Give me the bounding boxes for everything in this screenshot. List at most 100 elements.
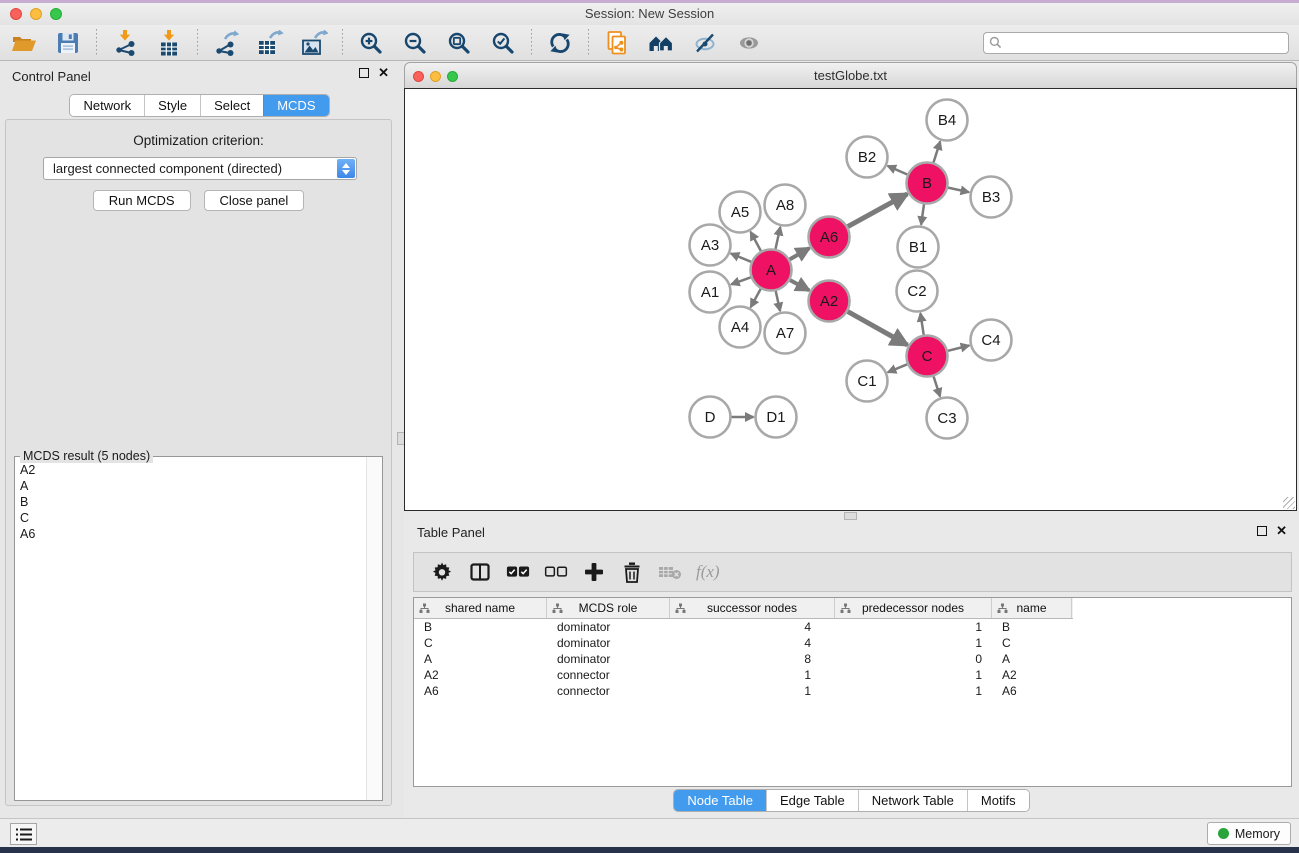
first-neighbors-icon[interactable] <box>647 29 675 57</box>
export-image-icon[interactable] <box>300 29 328 57</box>
mcds-result-item[interactable]: A <box>20 478 366 494</box>
mcds-result-item[interactable]: A6 <box>20 526 366 542</box>
column-header-MCDS-role[interactable]: MCDS role <box>547 598 670 618</box>
close-table-panel-icon[interactable]: ✕ <box>1276 526 1287 536</box>
edge-C-C2[interactable] <box>920 313 923 335</box>
tab-network-table[interactable]: Network Table <box>858 790 967 811</box>
create-column-plus-icon[interactable] <box>582 560 606 584</box>
show-columns-icon[interactable] <box>506 560 530 584</box>
mcds-result-item[interactable]: A2 <box>20 462 366 478</box>
zoom-out-icon[interactable] <box>401 29 429 57</box>
hide-columns-icon[interactable] <box>544 560 568 584</box>
zoom-selected-icon[interactable] <box>489 29 517 57</box>
tab-network[interactable]: Network <box>70 95 144 116</box>
mcds-result-item[interactable]: B <box>20 494 366 510</box>
delete-column-trash-icon[interactable] <box>620 560 644 584</box>
node-A1[interactable]: A1 <box>690 272 731 313</box>
node-A6[interactable]: A6 <box>809 217 850 258</box>
edge-B-B4[interactable] <box>934 141 941 162</box>
node-C2[interactable]: C2 <box>897 271 938 312</box>
table-row[interactable]: A6connector11A6 <box>414 683 1291 699</box>
search-input[interactable] <box>1006 35 1283 51</box>
fit-content-icon[interactable] <box>445 29 473 57</box>
node-D[interactable]: D <box>690 397 731 438</box>
column-header-predecessor-nodes[interactable]: predecessor nodes <box>835 598 992 618</box>
run-mcds-button[interactable]: Run MCDS <box>93 190 191 211</box>
node-C1[interactable]: C1 <box>847 361 888 402</box>
node-A4[interactable]: A4 <box>720 307 761 348</box>
node-B1[interactable]: B1 <box>898 227 939 268</box>
node-table[interactable]: shared nameMCDS rolesuccessor nodesprede… <box>413 597 1292 787</box>
float-table-panel-icon[interactable] <box>1257 526 1267 536</box>
edge-A-A2[interactable] <box>790 280 809 290</box>
edge-C-C3[interactable] <box>934 377 941 397</box>
node-B2[interactable]: B2 <box>847 137 888 178</box>
task-history-button[interactable] <box>10 823 37 845</box>
tab-edge-table[interactable]: Edge Table <box>766 790 858 811</box>
show-graphics-details-icon[interactable] <box>691 29 719 57</box>
node-B[interactable]: B <box>907 163 948 204</box>
save-session-icon[interactable] <box>54 29 82 57</box>
node-C3[interactable]: C3 <box>927 398 968 439</box>
import-network-from-file-icon[interactable] <box>111 29 139 57</box>
export-table-icon[interactable] <box>256 29 284 57</box>
column-header-shared-name[interactable]: shared name <box>414 598 547 618</box>
edge-A-A1[interactable] <box>731 277 751 284</box>
split-columns-icon[interactable] <box>468 560 492 584</box>
table-row[interactable]: Bdominator41B <box>414 619 1291 635</box>
column-header-name[interactable]: name <box>992 598 1072 618</box>
node-A2[interactable]: A2 <box>809 281 850 322</box>
tab-style[interactable]: Style <box>144 95 200 116</box>
close-panel-icon[interactable]: ✕ <box>378 68 389 78</box>
tab-motifs[interactable]: Motifs <box>967 790 1029 811</box>
edge-A-A6[interactable] <box>790 248 810 259</box>
zoom-in-icon[interactable] <box>357 29 385 57</box>
network-canvas[interactable]: B4 B2 B B3 A8A5 A6 A3 B1 A A1 C2 A2 A4A7 C4 C C1 C3 D D1 <box>404 88 1297 511</box>
tab-select[interactable]: Select <box>200 95 263 116</box>
node-B4[interactable]: B4 <box>927 100 968 141</box>
edge-A6-B[interactable] <box>848 194 908 227</box>
open-session-icon[interactable] <box>10 29 38 57</box>
splitter-handle-horizontal[interactable] <box>844 512 857 520</box>
network-window-titlebar[interactable]: testGlobe.txt <box>404 62 1297 88</box>
import-table-from-file-icon[interactable] <box>155 29 183 57</box>
node-A[interactable]: A <box>751 250 792 291</box>
memory-button[interactable]: Memory <box>1207 822 1291 845</box>
tab-node-table[interactable]: Node Table <box>674 790 766 811</box>
result-scrollbar[interactable] <box>366 457 382 800</box>
node-C[interactable]: C <box>907 336 948 377</box>
criterion-select[interactable]: largest connected component (directed) <box>43 157 357 180</box>
table-row[interactable]: A2connector11A2 <box>414 667 1291 683</box>
apply-preferred-layout-icon[interactable] <box>546 29 574 57</box>
float-panel-icon[interactable] <box>359 68 369 78</box>
hide-graphics-details-icon[interactable] <box>735 29 763 57</box>
table-row[interactable]: Adominator80A <box>414 651 1291 667</box>
column-header-successor-nodes[interactable]: successor nodes <box>670 598 835 618</box>
edge-C-C4[interactable] <box>948 346 969 351</box>
tab-mcds[interactable]: MCDS <box>263 95 328 116</box>
node-A7[interactable]: A7 <box>765 313 806 354</box>
edge-B-B1[interactable] <box>921 204 924 224</box>
edge-A-A4[interactable] <box>751 289 761 307</box>
edge-A2-C[interactable] <box>848 312 908 346</box>
new-network-from-selection-icon[interactable] <box>603 29 631 57</box>
table-settings-gear-icon[interactable] <box>430 560 454 584</box>
node-D1[interactable]: D1 <box>756 397 797 438</box>
node-C4[interactable]: C4 <box>971 320 1012 361</box>
node-A5[interactable]: A5 <box>720 192 761 233</box>
table-row[interactable]: Cdominator41C <box>414 635 1291 651</box>
edge-A-A3[interactable] <box>731 254 751 262</box>
export-network-icon[interactable] <box>212 29 240 57</box>
search-field[interactable] <box>983 32 1289 54</box>
close-panel-button[interactable]: Close panel <box>204 190 305 211</box>
node-B3[interactable]: B3 <box>971 177 1012 218</box>
edge-A-A8[interactable] <box>776 227 781 249</box>
edge-C-C1[interactable] <box>888 364 907 372</box>
edge-A-A7[interactable] <box>776 291 780 311</box>
mcds-result-item[interactable]: C <box>20 510 366 526</box>
window-resize-grip[interactable] <box>1283 497 1295 509</box>
node-A3[interactable]: A3 <box>690 225 731 266</box>
node-A8[interactable]: A8 <box>765 185 806 226</box>
edge-A-A5[interactable] <box>751 232 761 251</box>
edge-B-B3[interactable] <box>948 188 969 193</box>
